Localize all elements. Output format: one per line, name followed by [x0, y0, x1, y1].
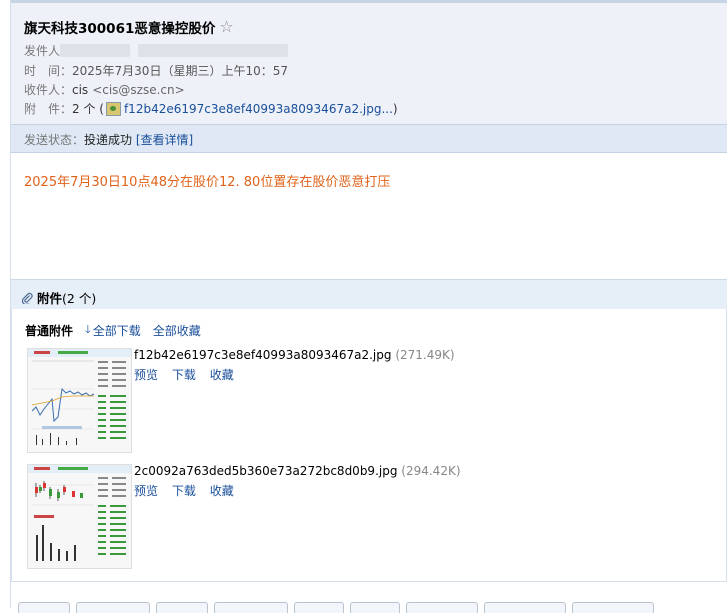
- attachment-link[interactable]: f12b42e6197c3e8ef40993a8093467a2.jpg...: [124, 102, 393, 116]
- attachment-actions: 预览 下载 收藏: [134, 482, 244, 499]
- recipient-email[interactable]: <cis@szse.cn>: [92, 83, 185, 97]
- preview-link[interactable]: 预览: [134, 484, 158, 498]
- paperclip-icon: [21, 292, 33, 304]
- subject-row: 旗天科技300061恶意操控股价 ☆: [24, 17, 234, 38]
- attachments-title-text: 附件: [37, 291, 63, 306]
- star-icon[interactable]: ☆: [219, 19, 233, 35]
- save-link[interactable]: 收藏: [210, 484, 234, 498]
- left-gutter: [0, 0, 11, 608]
- download-all-link[interactable]: 全部下载: [93, 322, 141, 339]
- sender-label: 发件人: [24, 44, 61, 58]
- recipient-name[interactable]: cis: [72, 83, 88, 97]
- attachment-actions: 预览 下载 收藏: [134, 366, 244, 383]
- attachments-count: (2 个): [62, 291, 97, 306]
- attachments-header: 附件 (2 个): [11, 279, 727, 310]
- sender-row: 发件人: [24, 42, 296, 59]
- attachment-thumbnail[interactable]: [27, 464, 132, 569]
- time-row: 时 间： 2025年7月30日（星期三）上午10：57: [24, 62, 288, 79]
- attachments-panel: 普通附件 🡓 全部下载 全部收藏 f12b42e6197c3e8ef40993a…: [11, 309, 727, 582]
- attachment-size: (294.42K): [401, 464, 461, 478]
- attachment-filename: 2c0092a763ded5b360e73a272bc8d0b9.jpg (29…: [134, 464, 461, 478]
- attachment-count: 2 个 (: [72, 102, 104, 116]
- preview-link[interactable]: 预览: [134, 368, 158, 382]
- attachment-label: 附 件：: [24, 102, 73, 116]
- download-arrow-icon: 🡓: [85, 323, 91, 336]
- attachment-filename: f12b42e6197c3e8ef40993a8093467a2.jpg (27…: [134, 348, 455, 362]
- attachment-thumbnail[interactable]: [27, 348, 132, 453]
- sender-email-redacted: [138, 44, 289, 57]
- status-details-link[interactable]: [查看详情]: [136, 133, 193, 147]
- attachment-close: ): [392, 101, 398, 116]
- mail-header: 旗天科技300061恶意操控股价 ☆ 发件人 时 间： 2025年7月30日（星…: [11, 3, 727, 124]
- image-file-icon: [105, 101, 121, 116]
- attachments-toolbar: 普通附件 🡓 全部下载 全部收藏: [25, 321, 213, 340]
- attachment-filename-text: 2c0092a763ded5b360e73a272bc8d0b9.jpg: [134, 464, 398, 478]
- normal-attachments-label: 普通附件: [25, 324, 74, 338]
- attachments-title: 附件 (2 个): [21, 288, 96, 307]
- status-label: 发送状态：: [24, 133, 85, 147]
- stock-chart-thumbnail: [28, 465, 131, 568]
- stock-chart-thumbnail: [28, 349, 131, 452]
- time-value: 2025年7月30日（星期三）上午10：57: [72, 64, 288, 78]
- mail-body: 2025年7月30日10点48分在股价12. 80位置存在股价恶意打压: [24, 175, 391, 190]
- mail-subject: 旗天科技300061恶意操控股价: [24, 21, 216, 37]
- sender-name-redacted: [60, 44, 131, 57]
- attachment-size: (271.49K): [395, 348, 455, 362]
- download-link[interactable]: 下载: [172, 484, 196, 498]
- time-label: 时 间：: [24, 64, 73, 78]
- attachment-filename-text: f12b42e6197c3e8ef40993a8093467a2.jpg: [134, 348, 392, 362]
- attachment-row: 附 件： 2 个 ( f12b42e6197c3e8ef40993a809346…: [24, 100, 398, 117]
- save-link[interactable]: 收藏: [210, 368, 234, 382]
- status-value: 投递成功: [84, 133, 133, 147]
- recipient-label: 收件人：: [24, 83, 73, 97]
- delivery-status-bar: 发送状态：投递成功 [查看详情]: [11, 124, 727, 153]
- recipient-row: 收件人： cis <cis@szse.cn>: [24, 81, 185, 98]
- save-all-link[interactable]: 全部收藏: [153, 322, 201, 339]
- delivery-status: 发送状态：投递成功 [查看详情]: [24, 131, 193, 148]
- download-link[interactable]: 下载: [172, 368, 196, 382]
